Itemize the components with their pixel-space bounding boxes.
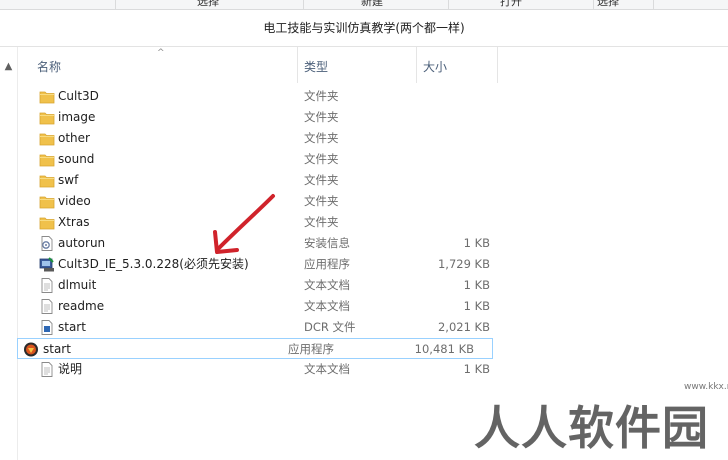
- file-row[interactable]: swf 文件夹: [21, 170, 493, 191]
- file-name: video: [58, 194, 91, 208]
- file-row[interactable]: dlmuit 文本文档 1 KB: [21, 275, 493, 296]
- folder-icon: [39, 89, 55, 104]
- file-name: 说明: [58, 362, 83, 376]
- ribbon-item-open[interactable]: 打开: [500, 0, 522, 9]
- column-header-name[interactable]: ^ 名称: [17, 47, 298, 83]
- file-name: dlmuit: [58, 278, 97, 292]
- text-file-icon: [39, 278, 55, 293]
- ribbon-item-select-2[interactable]: 选择: [597, 0, 619, 9]
- file-type: 安装信息: [304, 236, 350, 250]
- watermark-url: www.kkx.net: [684, 382, 728, 392]
- file-size: 2,021 KB: [437, 320, 490, 334]
- ribbon-group: 选择: [115, 0, 304, 9]
- column-header-row: ^ 名称 类型 大小: [17, 47, 728, 83]
- file-type: DCR 文件: [304, 320, 356, 334]
- vertical-scrollbar[interactable]: ▲: [0, 47, 18, 460]
- file-type: 文件夹: [304, 215, 339, 229]
- file-size: 1 KB: [463, 236, 490, 250]
- file-row[interactable]: start 应用程序 10,481 KB: [17, 338, 493, 359]
- folder-icon: [39, 110, 55, 125]
- file-name: start: [43, 342, 71, 356]
- file-type: 文件夹: [304, 131, 339, 145]
- file-row[interactable]: 说明 文本文档 1 KB: [21, 359, 493, 380]
- file-size: 1,729 KB: [437, 257, 490, 271]
- file-name: Cult3D: [58, 89, 99, 103]
- installer-icon: [39, 257, 55, 272]
- folder-icon: [39, 131, 55, 146]
- file-name: image: [58, 110, 96, 124]
- file-name: autorun: [58, 236, 106, 250]
- file-name: start: [58, 320, 86, 334]
- file-size: 1 KB: [463, 299, 490, 313]
- file-row[interactable]: Cult3D 文件夹: [21, 86, 493, 107]
- file-type: 文本文档: [304, 299, 350, 313]
- folder-icon: [39, 194, 55, 209]
- file-name: sound: [58, 152, 95, 166]
- ribbon-group: 选择: [593, 0, 654, 9]
- ribbon-item-select[interactable]: 选择: [197, 0, 219, 9]
- folder-icon: [39, 173, 55, 188]
- file-row[interactable]: other 文件夹: [21, 128, 493, 149]
- text-file-icon: [39, 299, 55, 314]
- file-type: 文件夹: [304, 89, 339, 103]
- column-header-type-label: 类型: [304, 60, 329, 74]
- file-size: 1 KB: [463, 278, 490, 292]
- app-icon: [23, 342, 39, 357]
- file-type: 文件夹: [304, 110, 339, 124]
- setup-info-icon: [39, 236, 55, 251]
- watermark-logo: 人人软件园: [474, 401, 709, 455]
- file-type: 应用程序: [288, 342, 334, 356]
- folder-title: 电工技能与实训仿真教学(两个都一样): [0, 10, 728, 47]
- ribbon-strip: 选择 新建 打开 选择: [0, 0, 728, 10]
- file-type: 文件夹: [304, 152, 339, 166]
- file-type: 文件夹: [304, 173, 339, 187]
- column-header-name-label: 名称: [37, 60, 62, 74]
- file-size: 10,481 KB: [414, 342, 474, 356]
- red-arrow-annotation-icon: [213, 194, 275, 254]
- column-header-size[interactable]: 大小: [417, 47, 498, 83]
- folder-icon: [39, 152, 55, 167]
- text-file-icon: [39, 362, 55, 377]
- file-row[interactable]: start DCR 文件 2,021 KB: [21, 317, 493, 338]
- ribbon-group: [0, 0, 116, 9]
- column-header-type[interactable]: 类型: [298, 47, 417, 83]
- file-type: 文件夹: [304, 194, 339, 208]
- file-name: Xtras: [58, 215, 90, 229]
- file-type: 应用程序: [304, 257, 350, 271]
- dcr-file-icon: [39, 320, 55, 335]
- file-row[interactable]: sound 文件夹: [21, 149, 493, 170]
- file-name: other: [58, 131, 90, 145]
- ribbon-group: 新建: [303, 0, 449, 9]
- folder-icon: [39, 215, 55, 230]
- ribbon-group: 打开: [448, 0, 594, 9]
- file-size: 1 KB: [463, 362, 490, 376]
- scroll-up-arrow-icon[interactable]: ▲: [3, 61, 14, 72]
- column-header-size-label: 大小: [423, 60, 448, 74]
- file-type: 文本文档: [304, 362, 350, 376]
- file-name: swf: [58, 173, 79, 187]
- file-name: readme: [58, 299, 105, 313]
- file-type: 文本文档: [304, 278, 350, 292]
- ribbon-item-new[interactable]: 新建: [361, 0, 383, 9]
- file-row[interactable]: readme 文本文档 1 KB: [21, 296, 493, 317]
- file-row[interactable]: image 文件夹: [21, 107, 493, 128]
- sort-ascending-icon: ^: [157, 48, 165, 58]
